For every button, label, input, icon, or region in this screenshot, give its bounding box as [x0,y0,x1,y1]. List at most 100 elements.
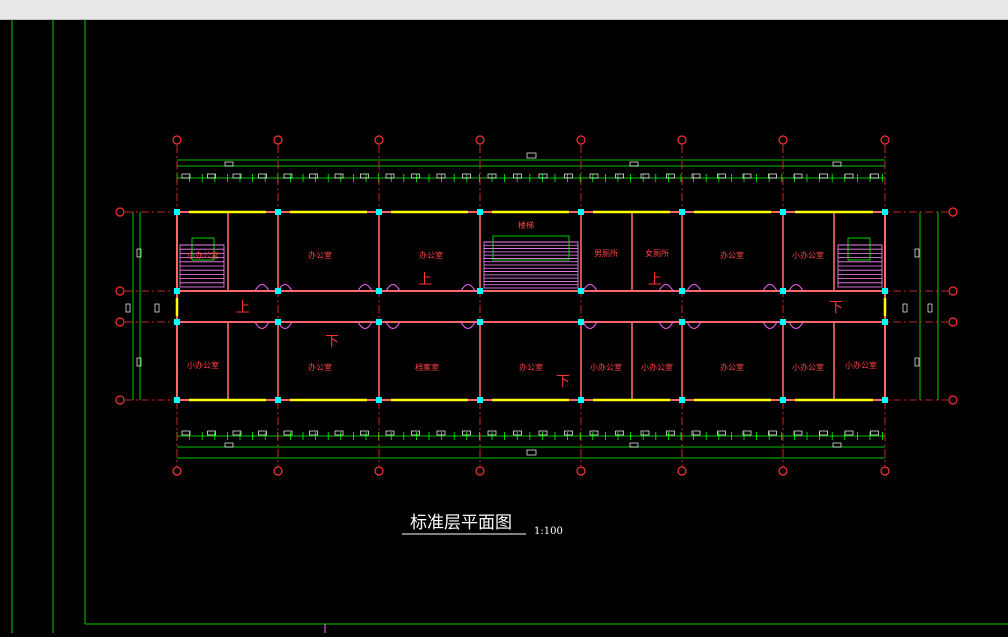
axis-bubble [880,466,890,476]
column [679,397,685,403]
dimension-text [793,173,803,179]
dimension-text [589,430,599,436]
column [477,288,483,294]
drawing-scale: 1:100 [534,526,563,537]
dimension-text [207,430,216,436]
axis-bubble [880,135,890,145]
dimension-text [334,430,344,436]
column [174,319,180,325]
column [275,319,281,325]
axis-bubble [374,466,384,476]
column [174,209,180,215]
column [882,209,888,215]
dimension-text [181,430,191,436]
dimension-text [224,442,234,448]
columns [174,209,888,403]
dimension-text [154,303,160,313]
dimension-text [589,173,599,179]
dimension-text [436,430,446,436]
room-label: 小办公室 [641,362,673,372]
stair-direction-marks: 上 上 上 下 下 下 [236,272,843,390]
dimension-text [309,173,318,179]
dimension-text [526,449,537,456]
column [679,209,685,215]
dimension-text [564,430,573,436]
dimension-text [819,430,828,436]
axis-bubble [948,286,958,296]
axis-bubble [115,207,125,217]
column [275,209,281,215]
stair-mark-up: 上 [648,272,662,288]
room-label: 小办公室 [187,360,219,370]
sheet-frame [11,20,1008,633]
dimension-text [666,430,675,436]
dimension-text [666,173,675,179]
dimension-text [914,357,920,367]
axis-bubble [576,466,586,476]
dimension-text [615,173,624,179]
axis-bubble [374,135,384,145]
dimension-text [411,173,420,179]
column [882,319,888,325]
stair-mark-up: 上 [418,272,432,288]
column [882,397,888,403]
axis-bubble [948,395,958,405]
room-label: 办公室 [308,250,332,260]
stair-mark-down: 下 [556,374,570,390]
dimension-text [819,173,828,179]
drawing-title-block: 标准层平面图 1:100 [402,513,563,537]
cad-title-bar [0,0,1008,20]
dimension-text [360,173,369,179]
room-label: 小办公室 [792,250,824,260]
floor-plan[interactable]: 小办公室 办公室 办公室 楼梯 男厕所 女厕所 办公室 小办公室 小办公室 办公… [0,20,1008,633]
room-label: 男厕所 [594,248,618,258]
dimension-text [207,173,216,179]
dimension-text [538,173,548,179]
cad-drawing-canvas[interactable]: 小办公室 办公室 办公室 楼梯 男厕所 女厕所 办公室 小办公室 小办公室 办公… [0,20,1008,633]
dimension-text [334,173,344,179]
column [376,209,382,215]
axis-bubble [475,466,485,476]
dimension-text [902,303,908,313]
axis-bubble [948,207,958,217]
column [477,397,483,403]
column [679,319,685,325]
axis-bubble [115,317,125,327]
column [275,288,281,294]
dimension-text [640,173,650,179]
stairs [179,235,883,289]
column [477,319,483,325]
column [882,288,888,294]
dimension-text [125,303,131,313]
room-label: 办公室 [720,362,744,372]
room-label: 办公室 [419,250,443,260]
dimension-text [309,430,318,436]
dimension-text [832,442,842,448]
column [376,397,382,403]
axis-bubble [115,286,125,296]
dimension-text [870,173,879,179]
column [679,288,685,294]
dimension-text [793,430,803,436]
dimension-text [411,430,420,436]
room-label: 女厕所 [645,248,669,258]
dimension-text [629,442,639,448]
dimension-text [538,430,548,436]
column [780,319,786,325]
dimension-text [927,303,933,313]
column [780,397,786,403]
room-label: 小办公室 [792,362,824,372]
column [477,209,483,215]
axis-bubble [273,466,283,476]
column [174,397,180,403]
dimension-text [360,430,369,436]
column [780,288,786,294]
axis-bubble [172,466,182,476]
stair-mark-down: 下 [829,300,843,316]
axis-bubble [172,135,182,145]
dimension-text [385,430,395,436]
stair-mark-up: 上 [236,300,250,316]
dimension-text [844,430,854,436]
column [578,319,584,325]
dimension-text [844,173,854,179]
